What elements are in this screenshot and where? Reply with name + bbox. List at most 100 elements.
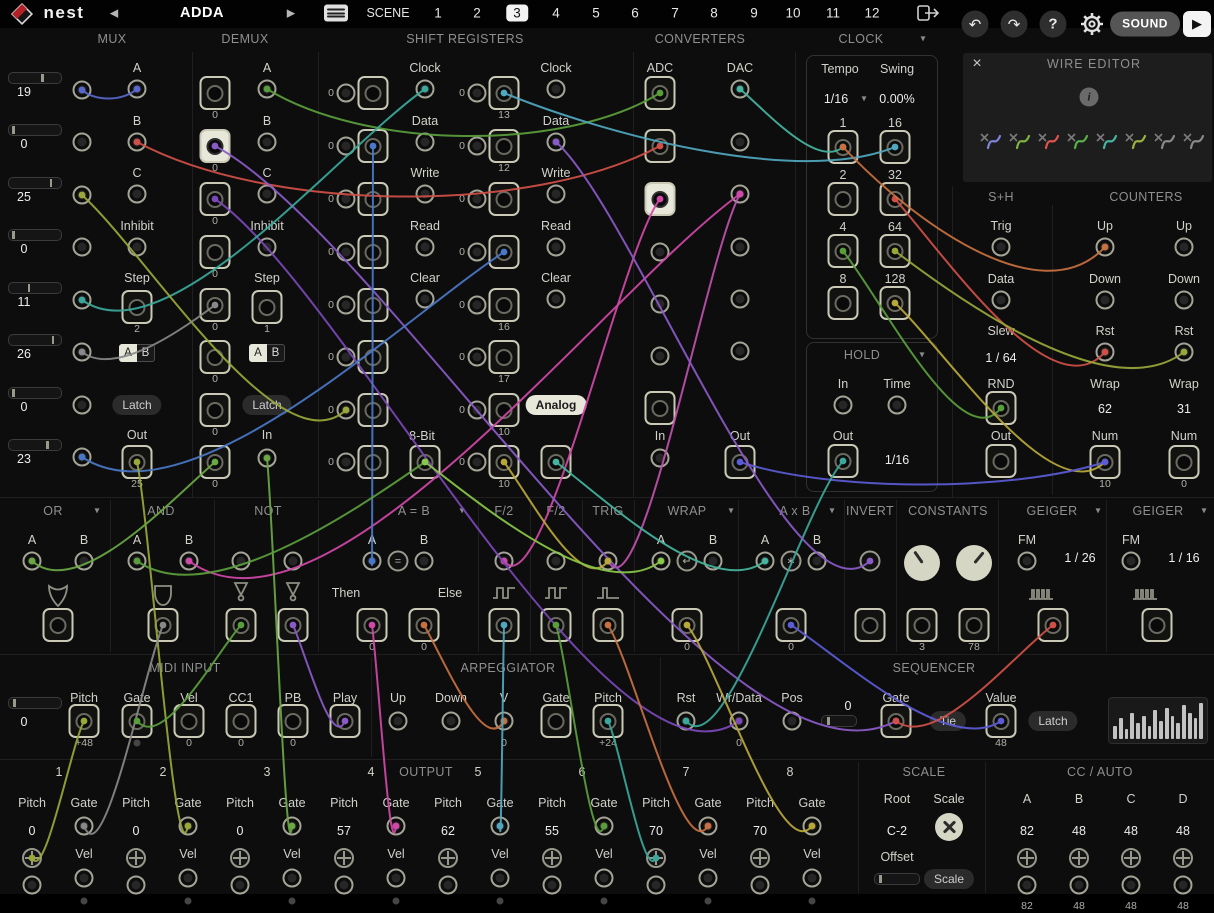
out7-pitch-cv-port[interactable] xyxy=(646,848,666,868)
fader-2-out-port[interactable] xyxy=(73,133,92,152)
scene-3-active[interactable]: 3 xyxy=(506,5,528,22)
fader-5-value[interactable]: 11 xyxy=(18,295,31,309)
scene-6[interactable]: 6 xyxy=(631,6,639,21)
out5-pitch-port[interactable] xyxy=(439,876,458,895)
sr1-cell-5-port[interactable] xyxy=(358,288,389,322)
out2-pitch-cv-port[interactable] xyxy=(126,848,146,868)
seq-pos-port[interactable] xyxy=(783,712,802,731)
sr2-data-port[interactable] xyxy=(547,133,566,152)
geiger2-fm-port[interactable] xyxy=(1122,552,1141,571)
counter1-num-port[interactable] xyxy=(1090,445,1121,479)
fader-3[interactable] xyxy=(8,177,62,189)
seq-value-port[interactable] xyxy=(986,704,1017,738)
out4-vel-port[interactable] xyxy=(387,869,406,888)
or-dropdown-icon[interactable]: ▾ xyxy=(94,506,99,517)
sr2-in-4-port[interactable] xyxy=(468,243,487,262)
sr1-in-2-port[interactable] xyxy=(337,137,356,156)
mux-b-port[interactable] xyxy=(128,133,147,152)
fader-4-value[interactable]: 0 xyxy=(21,242,28,256)
cc-c-cv-port[interactable] xyxy=(1121,848,1141,868)
fader-6[interactable] xyxy=(8,334,62,346)
clock-div-64-port[interactable] xyxy=(880,234,911,268)
sr2-cell-2-port[interactable] xyxy=(489,129,520,163)
dac-bit-4-port[interactable] xyxy=(731,238,750,257)
demux-out-6-port[interactable] xyxy=(200,340,231,374)
sh-rnd-port[interactable] xyxy=(986,391,1017,425)
clock-div-32-port[interactable] xyxy=(880,182,911,216)
sr2-clear-port[interactable] xyxy=(547,290,566,309)
fader-5-out-port[interactable] xyxy=(73,291,92,310)
redo-icon[interactable]: ↷ xyxy=(1001,11,1028,38)
fader-4[interactable] xyxy=(8,229,62,241)
scene-8[interactable]: 8 xyxy=(710,6,718,21)
sh-trig-port[interactable] xyxy=(992,238,1011,257)
sr1-cell-8-port[interactable] xyxy=(358,445,389,479)
constant-2-out-port[interactable] xyxy=(959,608,990,642)
out5-vel-port[interactable] xyxy=(491,869,510,888)
preset-next-icon[interactable]: ▶ xyxy=(287,7,295,20)
sr2-cell-8-port[interactable] xyxy=(489,445,520,479)
cc-a-cv-port[interactable] xyxy=(1017,848,1037,868)
sr1-write-port[interactable] xyxy=(416,185,435,204)
sr2-in-8-port[interactable] xyxy=(468,453,487,472)
scene-11[interactable]: 11 xyxy=(826,6,840,21)
wrap-dropdown-icon[interactable]: ▾ xyxy=(728,506,733,517)
scene-4[interactable]: 4 xyxy=(552,6,560,21)
demux-latch-button[interactable]: Latch xyxy=(242,395,291,415)
fader-3-out-port[interactable] xyxy=(73,186,92,205)
dac-bit-6-port[interactable] xyxy=(731,342,750,361)
out5-gate-port[interactable] xyxy=(491,817,510,836)
fader-7-value[interactable]: 0 xyxy=(21,400,28,414)
menu-icon[interactable] xyxy=(324,5,348,22)
out8-pitch-port[interactable] xyxy=(751,876,770,895)
mux-step-port[interactable] xyxy=(122,290,153,324)
midi-pitch-port[interactable] xyxy=(69,704,100,738)
fader-1[interactable] xyxy=(8,72,62,84)
sr2-read-port[interactable] xyxy=(547,238,566,257)
hold-in-port[interactable] xyxy=(834,396,853,415)
clock-div-16-port[interactable] xyxy=(880,130,911,164)
demux-b-port[interactable] xyxy=(258,133,277,152)
dac-bit-5-port[interactable] xyxy=(731,290,750,309)
scene-7[interactable]: 7 xyxy=(671,6,679,21)
dac-out-port[interactable] xyxy=(725,445,756,479)
out7-pitch-value[interactable]: 70 xyxy=(649,824,663,838)
midi-pb-port[interactable] xyxy=(278,704,309,738)
out8-vel-port[interactable] xyxy=(803,869,822,888)
fader-6-out-port[interactable] xyxy=(73,343,92,362)
clock-dropdown-icon[interactable]: ▾ xyxy=(920,34,925,45)
out2-pitch-port[interactable] xyxy=(127,876,146,895)
sr1-clear-port[interactable] xyxy=(416,290,435,309)
demux-a-port[interactable] xyxy=(258,80,277,99)
demux-out-3-port[interactable] xyxy=(200,182,231,216)
out8-gate-port[interactable] xyxy=(803,817,822,836)
hold-time-value[interactable]: 1/16 xyxy=(885,453,909,467)
scene-1[interactable]: 1 xyxy=(434,6,442,21)
f2a-in-port[interactable] xyxy=(495,552,514,571)
hold-time-port[interactable] xyxy=(888,396,907,415)
demux-out-8-port[interactable] xyxy=(200,445,231,479)
axb-dropdown-icon[interactable]: ▾ xyxy=(829,506,834,517)
out4-gate-port[interactable] xyxy=(387,817,406,836)
out8-pitch-value[interactable]: 70 xyxy=(753,824,767,838)
sr1-in-6-port[interactable] xyxy=(337,348,356,367)
counter2-up-port[interactable] xyxy=(1175,238,1194,257)
counter1-rst-port[interactable] xyxy=(1096,343,1115,362)
sr2-in-2-port[interactable] xyxy=(468,137,487,156)
counter2-num-port[interactable] xyxy=(1169,445,1200,479)
sr1-in-4-port[interactable] xyxy=(337,243,356,262)
cc-d-value[interactable]: 48 xyxy=(1176,824,1190,838)
sr2-in-5-port[interactable] xyxy=(468,296,487,315)
demux-out-2-port[interactable] xyxy=(200,129,231,163)
out5-pitch-cv-port[interactable] xyxy=(438,848,458,868)
scene-2[interactable]: 2 xyxy=(473,6,481,21)
cc-b-port[interactable] xyxy=(1070,876,1089,895)
not1-out-port[interactable] xyxy=(226,608,257,642)
scale-root-value[interactable]: C-2 xyxy=(887,824,907,838)
aeb-else-port[interactable] xyxy=(409,608,440,642)
wire-swatch-icon[interactable] xyxy=(1152,129,1177,153)
cc-a-port[interactable] xyxy=(1018,876,1037,895)
arp-v-port[interactable] xyxy=(495,712,514,731)
sr2-clock-port[interactable] xyxy=(547,80,566,99)
scene-5[interactable]: 5 xyxy=(592,6,600,21)
